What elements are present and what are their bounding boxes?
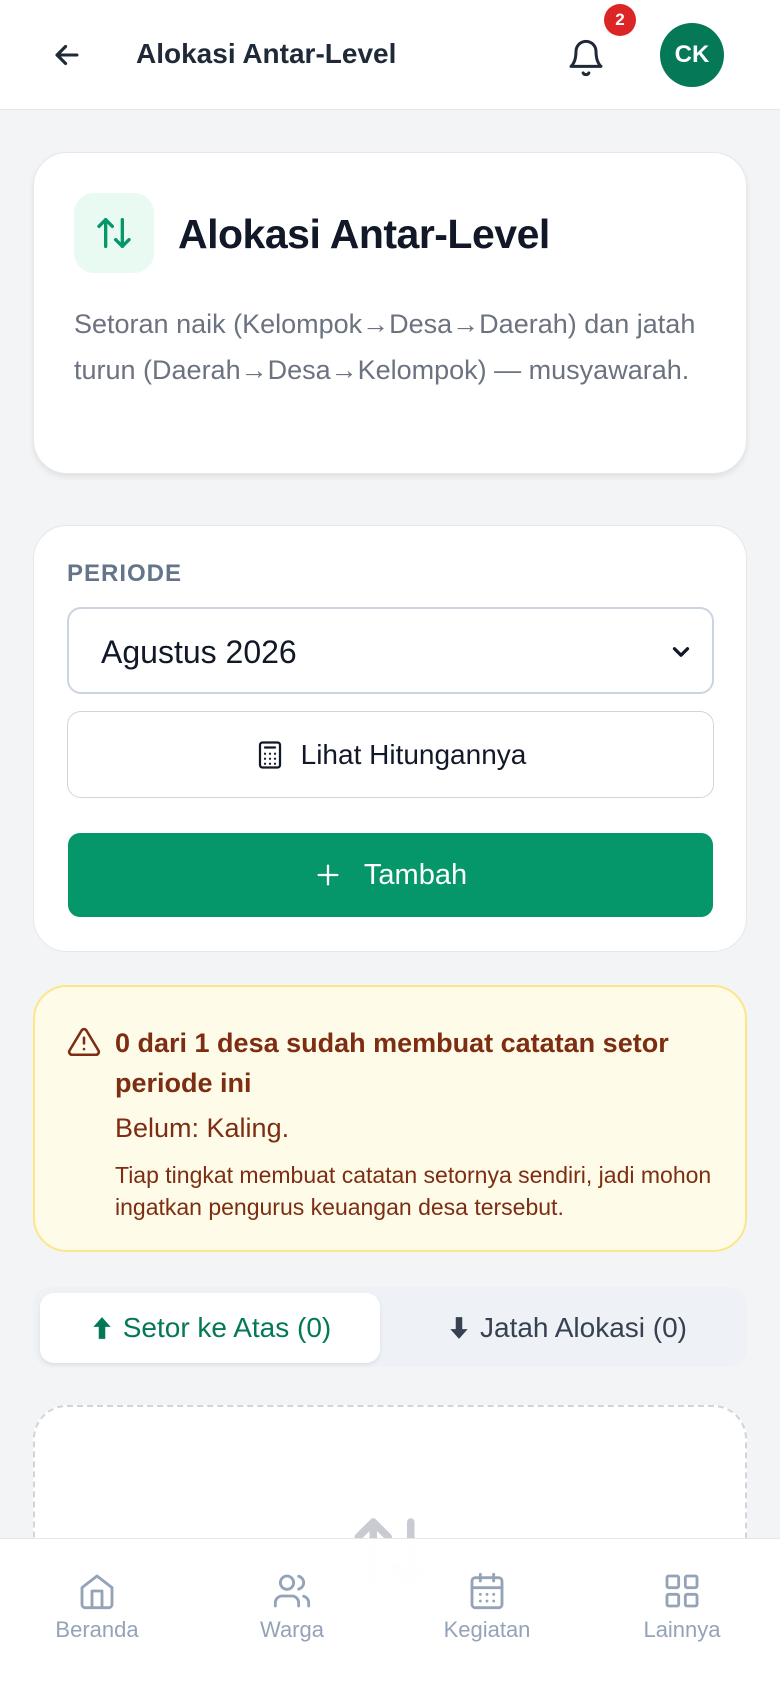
calendar-icon <box>470 1572 504 1610</box>
nav-item-warga-label: Warga <box>260 1617 324 1642</box>
users-icon <box>273 1574 311 1608</box>
intro-title: Alokasi Antar-Level <box>178 211 550 257</box>
warning-triangle-icon <box>67 1027 101 1057</box>
warning-note: Tiap tingkat membuat catatan setornya se… <box>115 1162 712 1220</box>
plus-icon <box>317 864 339 886</box>
grid-icon <box>665 1574 699 1608</box>
arrow-left-icon <box>55 44 79 66</box>
home-icon <box>80 1574 114 1610</box>
intro-description: Setoran naik (Kelompok→Desa→Daerah) dan … <box>74 309 696 385</box>
tab-jatah-alokasi[interactable]: Jatah Alokasi (0) <box>393 1293 740 1363</box>
warning-card: 0 dari 1 desa sudah membuat catatan seto… <box>33 985 747 1252</box>
view-calculation-button[interactable]: Lihat Hitungannya <box>67 711 714 798</box>
tab-setor-ke-atas[interactable]: Setor ke Atas (0) <box>40 1293 380 1363</box>
add-button[interactable]: Tambah <box>68 833 713 917</box>
warning-title: 0 dari 1 desa sudah membuat catatan seto… <box>115 1028 669 1098</box>
tab-jatah-alokasi-label: Jatah Alokasi (0) <box>480 1312 687 1343</box>
page-title: Alokasi Antar-Level <box>136 38 397 69</box>
nav-item-lainnya-label: Lainnya <box>643 1617 721 1642</box>
notification-badge: 2 <box>604 4 636 36</box>
arrow-down-icon <box>450 1317 468 1339</box>
period-card: PERIODE Agustus 2026 Lihat Hitungannya T… <box>33 525 747 952</box>
bell-icon <box>569 39 603 77</box>
back-button[interactable] <box>44 32 90 78</box>
intro-card: Alokasi Antar-Level Setoran naik (Kelomp… <box>33 152 747 474</box>
notifications-button[interactable] <box>560 32 612 84</box>
nav-item-kegiatan-label: Kegiatan <box>443 1617 531 1642</box>
tab-setor-ke-atas-label: Setor ke Atas (0) <box>122 1312 332 1343</box>
warning-pending-list: Belum: Kaling. <box>115 1113 290 1143</box>
tab-bar: Setor ke Atas (0) Jatah Alokasi (0) <box>33 1287 747 1367</box>
arrow-up-icon <box>93 1317 111 1339</box>
period-label: PERIODE <box>67 560 183 587</box>
nav-item-kegiatan[interactable]: Kegiatan <box>412 1571 562 1651</box>
period-select-value: Agustus 2026 <box>101 634 297 670</box>
bottom-navigation: Beranda Warga Kegiatan Lainnya <box>0 1538 780 1688</box>
chevron-down-icon <box>672 647 690 657</box>
nav-item-beranda[interactable]: Beranda <box>22 1571 172 1651</box>
arrows-up-down-icon <box>74 193 154 273</box>
period-select[interactable]: Agustus 2026 <box>67 607 714 694</box>
nav-item-beranda-label: Beranda <box>55 1617 139 1642</box>
top-app-bar: Alokasi Antar-Level 2 CK <box>0 0 780 110</box>
avatar[interactable]: CK <box>660 23 724 87</box>
calculator-icon <box>258 740 281 769</box>
nav-item-warga[interactable]: Warga <box>217 1571 367 1651</box>
nav-item-lainnya[interactable]: Lainnya <box>607 1571 757 1651</box>
add-label: Tambah <box>363 858 468 891</box>
view-calculation-label: Lihat Hitungannya <box>300 738 527 770</box>
